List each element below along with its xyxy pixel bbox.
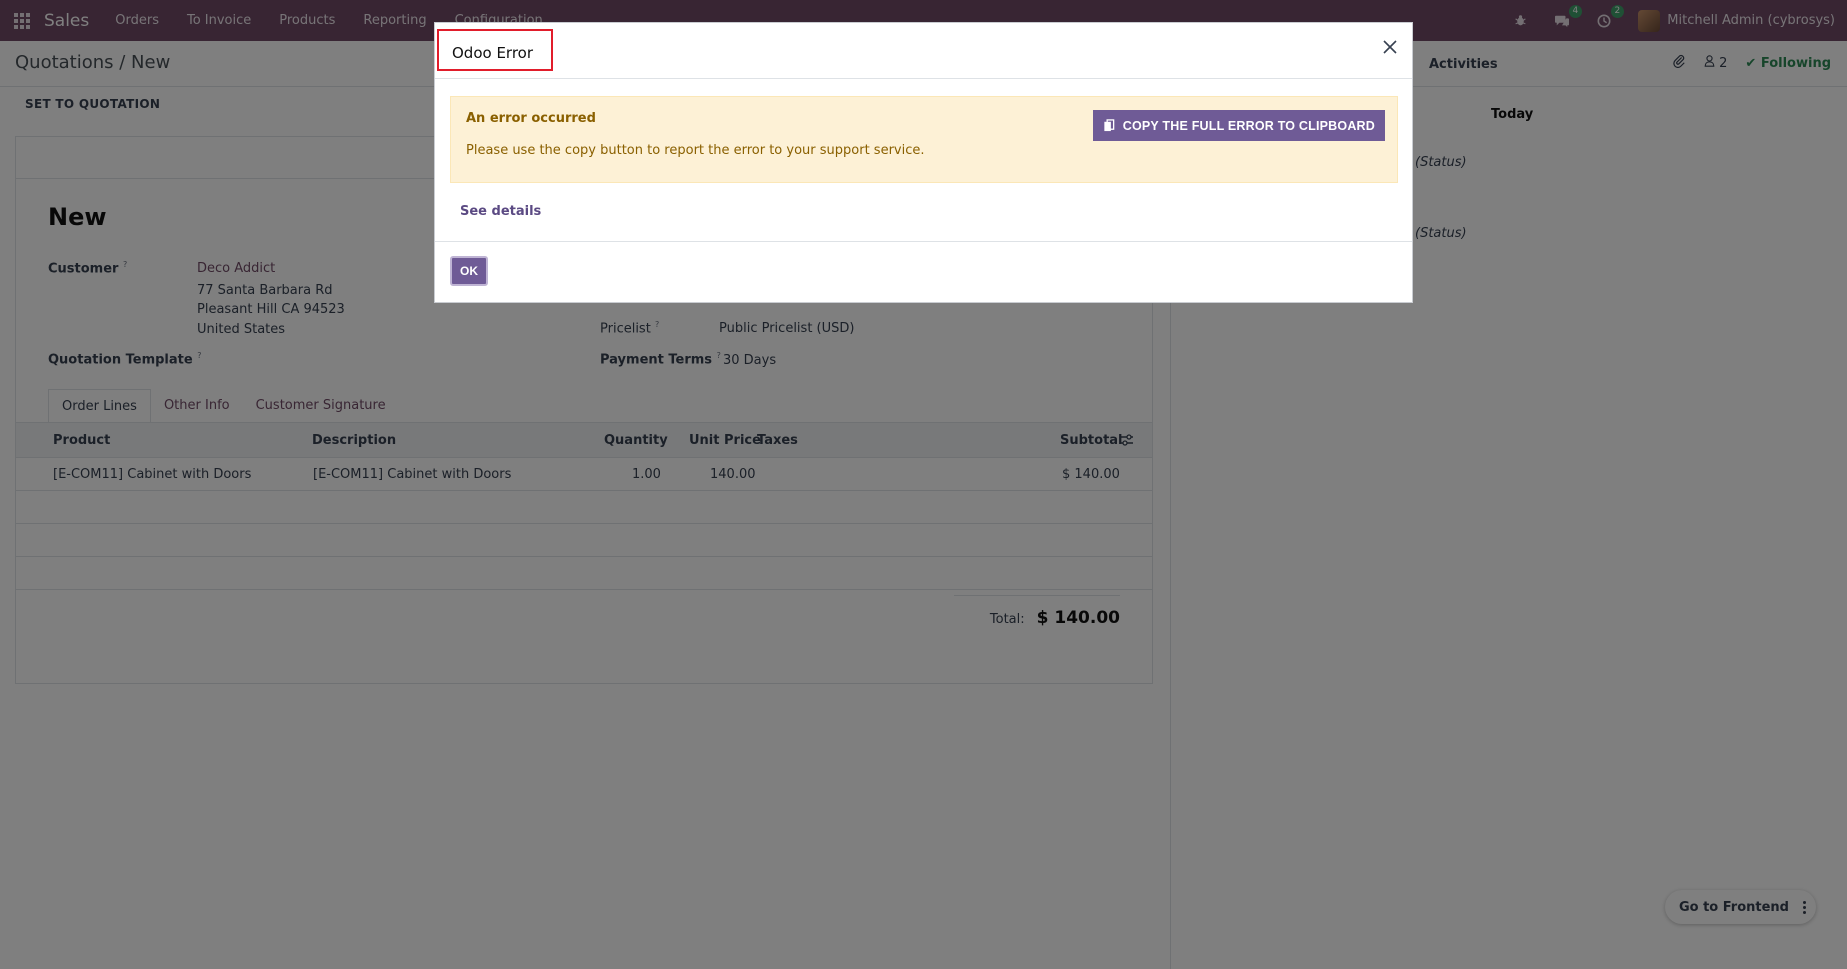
copy-error-label: COPY THE FULL ERROR TO CLIPBOARD: [1122, 118, 1375, 133]
close-icon[interactable]: [1380, 37, 1400, 57]
dialog-title: Odoo Error: [437, 29, 553, 71]
dialog-body: An error occurred Please use the copy bu…: [450, 96, 1398, 219]
see-details-link[interactable]: See details: [460, 204, 541, 219]
dialog-footer: OK: [435, 241, 1412, 303]
ok-button[interactable]: OK: [450, 256, 488, 286]
copy-error-button[interactable]: COPY THE FULL ERROR TO CLIPBOARD: [1092, 110, 1385, 141]
error-alert: An error occurred Please use the copy bu…: [450, 96, 1398, 183]
alert-text: Please use the copy button to report the…: [466, 143, 925, 158]
alert-title: An error occurred: [466, 111, 596, 126]
dialog-header: Odoo Error: [435, 23, 1412, 79]
clipboard-icon: [1104, 119, 1115, 132]
error-dialog: Odoo Error An error occurred Please use …: [434, 22, 1413, 303]
